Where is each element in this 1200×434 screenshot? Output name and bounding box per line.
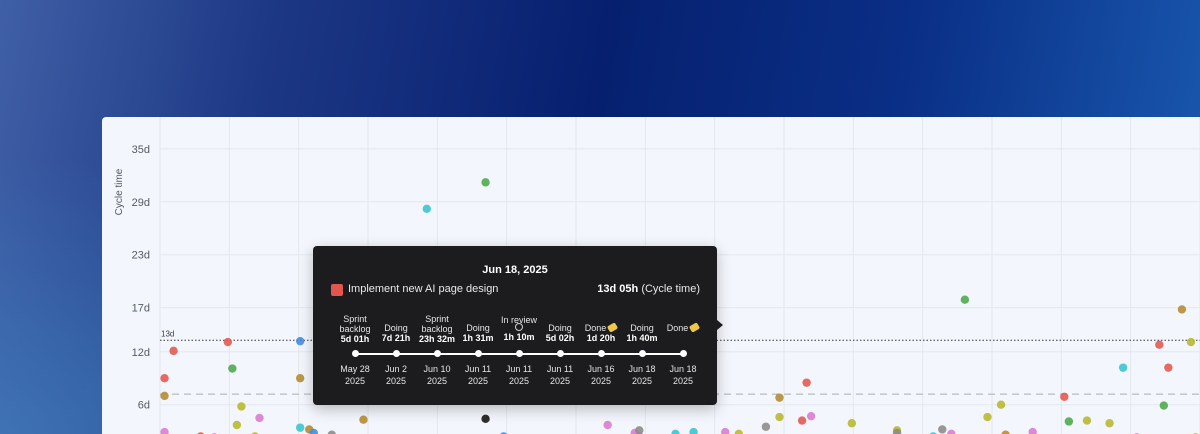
data-point [237, 402, 246, 411]
timeline-dot [515, 350, 523, 357]
data-point [983, 412, 992, 422]
data-point [1118, 363, 1128, 372]
data-point [1177, 305, 1187, 314]
data-point [1164, 363, 1173, 372]
data-point [223, 337, 233, 347]
data-point [295, 336, 305, 346]
stage-date-year: 2025 [672, 376, 694, 386]
celebration-icon [689, 322, 701, 333]
data-point [1060, 392, 1069, 401]
data-point [1159, 401, 1169, 410]
data-point [947, 429, 956, 434]
data-point [1082, 416, 1092, 425]
timeline-dot [433, 350, 441, 357]
data-point [327, 430, 336, 434]
data-point [721, 427, 730, 434]
data-point [255, 413, 264, 423]
data-point [802, 378, 811, 387]
stage-date-day: Jun 18 [669, 364, 697, 374]
data-point [295, 423, 305, 432]
data-point [295, 374, 305, 383]
timeline-dot [597, 350, 605, 357]
timeline-dot [679, 350, 687, 357]
y-tick-label: 29d [132, 197, 150, 209]
data-point [847, 419, 857, 428]
data-point [635, 426, 644, 434]
magnifier-icon [515, 323, 523, 331]
data-point [689, 427, 698, 434]
tooltip-color-swatch [331, 284, 343, 296]
data-point [481, 414, 490, 424]
stage-duration: 1h 40m [626, 333, 658, 343]
data-point [1028, 427, 1037, 434]
data-point [228, 364, 237, 373]
data-point [671, 429, 680, 434]
data-point [960, 295, 970, 304]
data-point [422, 204, 431, 214]
data-point [1064, 417, 1074, 426]
y-tick-label: 6d [138, 400, 150, 412]
stage-label: Done [653, 322, 713, 333]
data-point [775, 393, 784, 402]
timeline-stage: Done [653, 322, 713, 333]
tooltip-cycle-time: 13d 05h (Cycle time) [597, 283, 700, 295]
data-point [232, 420, 242, 430]
data-point [160, 391, 169, 401]
data-point [1105, 419, 1114, 428]
issue-tooltip: Jun 18, 2025 Implement new AI page desig… [313, 246, 723, 405]
y-tick-label: 35d [132, 144, 150, 156]
data-point [775, 412, 784, 422]
tooltip-pointer [717, 320, 723, 330]
data-point [359, 415, 368, 424]
data-point [761, 422, 771, 431]
tooltip-issue-title: Implement new AI page design [348, 283, 499, 295]
cycle-time-value: 13d 05h [597, 283, 639, 295]
data-point [169, 346, 178, 356]
tooltip-date: Jun 18, 2025 [482, 264, 548, 276]
stage-date: Jun 18 2025 [653, 363, 713, 387]
y-axis-label: Cycle time [114, 168, 125, 215]
data-point [1186, 337, 1196, 347]
timeline-dot [474, 350, 482, 357]
data-point [734, 429, 743, 434]
data-point [160, 374, 169, 383]
y-tick-label: 23d [132, 250, 150, 262]
data-point [797, 416, 807, 425]
timeline-dot [351, 350, 359, 357]
data-point [603, 420, 612, 430]
data-point [938, 425, 947, 434]
data-point [1155, 340, 1164, 349]
timeline-dot [638, 350, 646, 357]
y-tick-label: 12d [132, 347, 150, 359]
data-point [806, 411, 816, 421]
reference-line-label: 13d [161, 329, 174, 338]
timeline-dot [392, 350, 400, 357]
cycle-time-label: (Cycle time) [641, 283, 700, 295]
data-point [160, 427, 169, 434]
data-point [996, 400, 1006, 409]
y-tick-label: 17d [132, 303, 150, 315]
data-point [481, 178, 490, 187]
data-point [1001, 430, 1010, 434]
timeline-dot [556, 350, 564, 357]
